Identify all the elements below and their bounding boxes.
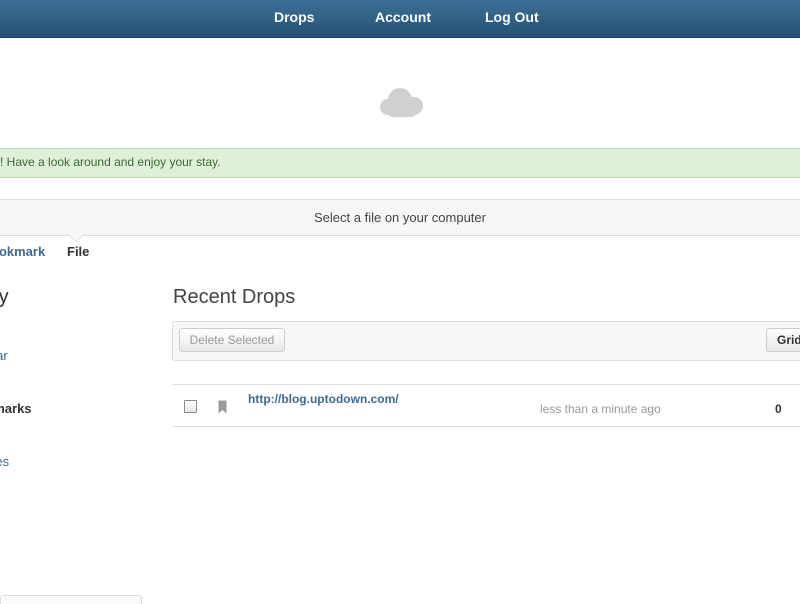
- nav-account-link[interactable]: Account: [375, 9, 431, 25]
- welcome-alert-text: ! Have a look around and enjoy your stay…: [0, 155, 221, 169]
- cloud-icon: [380, 88, 423, 117]
- drop-view-count: 0: [775, 402, 782, 416]
- nav-logout-link[interactable]: Log Out: [485, 9, 539, 25]
- sidebar-item-bookmarks[interactable]: kmarks: [0, 401, 32, 416]
- sidebar-item-popular[interactable]: ular: [0, 348, 8, 363]
- tab-file[interactable]: File: [67, 244, 89, 259]
- grid-view-button[interactable]: Grid: [766, 328, 800, 352]
- nav-drops-link[interactable]: Drops: [274, 9, 314, 25]
- drop-url-link[interactable]: http://blog.uptodown.com/: [248, 392, 399, 406]
- drop-timestamp: less than a minute ago: [540, 402, 661, 416]
- bookmark-icon: [218, 400, 227, 414]
- delete-selected-button[interactable]: Delete Selected: [179, 328, 285, 352]
- sidebar-heading: ry: [0, 286, 9, 308]
- sidebar-item-archives[interactable]: ives: [0, 454, 9, 469]
- page-title: Recent Drops: [173, 286, 296, 308]
- tab-bookmark[interactable]: ookmark: [0, 244, 45, 259]
- select-file-prompt[interactable]: Select a file on your computer: [0, 210, 800, 225]
- row-checkbox[interactable]: [184, 400, 197, 413]
- tab-pointer-inner: [68, 234, 84, 241]
